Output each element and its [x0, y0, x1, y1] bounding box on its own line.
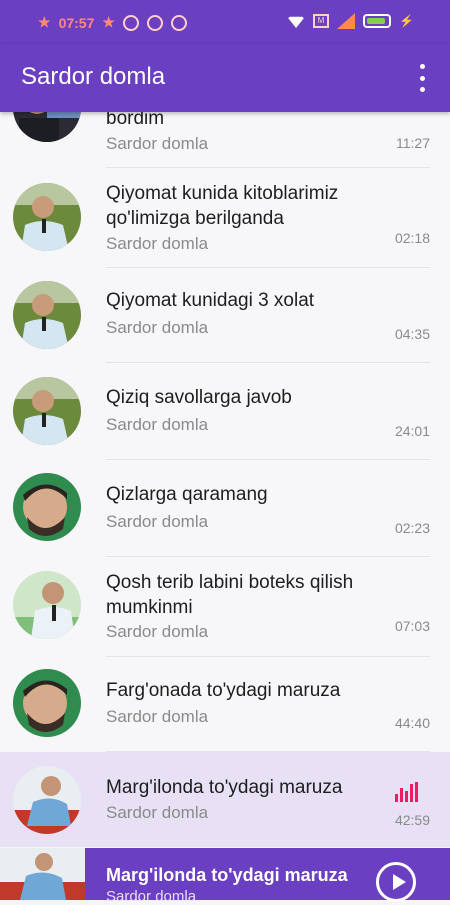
- app-bar: Sardor domla: [0, 44, 450, 112]
- track-avatar: [13, 669, 81, 737]
- track-artist: Sardor domla: [106, 622, 209, 641]
- track-title: Qiyomat kunida kitoblarimiz qo'limizga b…: [106, 183, 339, 229]
- track-title: Qiziq savollarga javob: [106, 387, 292, 408]
- track-list[interactable]: bordim Sardor domla 11:27 Qiyomat kunida…: [0, 112, 450, 847]
- track-title: Qizlarga qaramang: [106, 484, 268, 505]
- media-play-icon: [146, 14, 163, 31]
- track-avatar: [13, 766, 81, 834]
- status-bar: ★ 07:57 ★ M ⚡: [0, 0, 450, 44]
- track-artist: Sardor domla: [106, 134, 209, 153]
- track-avatar: [13, 183, 81, 251]
- track-duration: 44:40: [394, 715, 430, 731]
- track-avatar: [13, 112, 81, 142]
- track-title: Marg'ilonda to'ydagi maruza: [106, 777, 343, 798]
- track-artist: Sardor domla: [106, 707, 209, 726]
- track-avatar: [13, 571, 81, 639]
- star-icon: ★: [38, 14, 51, 30]
- headphones-icon: [122, 14, 139, 31]
- track-item[interactable]: Qiziq savollarga javob Sardor domla 24:0…: [0, 363, 450, 460]
- track-duration: 02:18: [394, 230, 430, 246]
- sync-icon: [170, 14, 187, 31]
- wifi-icon: [287, 16, 306, 28]
- track-item[interactable]: bordim Sardor domla 11:27: [0, 112, 450, 168]
- track-title: Farg'onada to'ydagi maruza: [106, 680, 341, 701]
- equalizer-icon: [395, 782, 418, 802]
- page-title: Sardor domla: [21, 63, 166, 90]
- track-title: bordim: [106, 112, 165, 129]
- more-options-button[interactable]: [414, 64, 430, 92]
- mini-player[interactable]: Marg'ilonda to'ydagi maruza Sardor domla: [0, 848, 450, 905]
- more-vertical-icon: [419, 64, 425, 69]
- now-playing-artist: Sardor domla: [106, 888, 197, 905]
- track-avatar: [13, 377, 81, 445]
- track-duration: 42:59: [394, 812, 430, 828]
- track-item[interactable]: Qizlarga qaramang Sardor domla 02:23: [0, 460, 450, 557]
- track-title: Qiyomat kunidagi 3 xolat: [106, 290, 315, 311]
- track-duration: 02:23: [394, 520, 430, 536]
- track-item[interactable]: Qosh terib labini boteks qilish mumkinmi…: [0, 557, 450, 657]
- clock-time: 07:57: [58, 14, 95, 31]
- track-duration: 07:03: [394, 618, 430, 634]
- sim-icon: M: [313, 14, 330, 28]
- track-avatar: [13, 473, 81, 541]
- play-button[interactable]: [376, 862, 416, 902]
- track-duration: 24:01: [394, 423, 430, 439]
- star-icon: ★: [102, 14, 115, 30]
- track-avatar: [13, 281, 81, 349]
- track-duration: 04:35: [394, 326, 430, 342]
- now-playing-thumbnail: [0, 848, 85, 900]
- track-artist: Sardor domla: [106, 415, 209, 434]
- track-artist: Sardor domla: [106, 318, 209, 337]
- track-item[interactable]: Qiyomat kunidagi 3 xolat Sardor domla 04…: [0, 268, 450, 363]
- track-item[interactable]: Qiyomat kunida kitoblarimiz qo'limizga b…: [0, 168, 450, 268]
- track-item[interactable]: Farg'onada to'ydagi maruza Sardor domla …: [0, 657, 450, 752]
- track-artist: Sardor domla: [106, 234, 209, 253]
- now-playing-title: Marg'ilonda to'ydagi maruza: [106, 865, 348, 885]
- battery-icon: [363, 14, 392, 28]
- track-title: Qosh terib labini boteks qilish mumkinmi: [106, 572, 354, 618]
- track-item-playing[interactable]: Marg'ilonda to'ydagi maruza Sardor domla…: [0, 752, 450, 847]
- charging-icon: ⚡: [399, 14, 414, 28]
- track-duration: 11:27: [396, 135, 430, 151]
- track-artist: Sardor domla: [106, 512, 209, 531]
- track-artist: Sardor domla: [106, 803, 209, 822]
- signal-icon: [337, 13, 356, 29]
